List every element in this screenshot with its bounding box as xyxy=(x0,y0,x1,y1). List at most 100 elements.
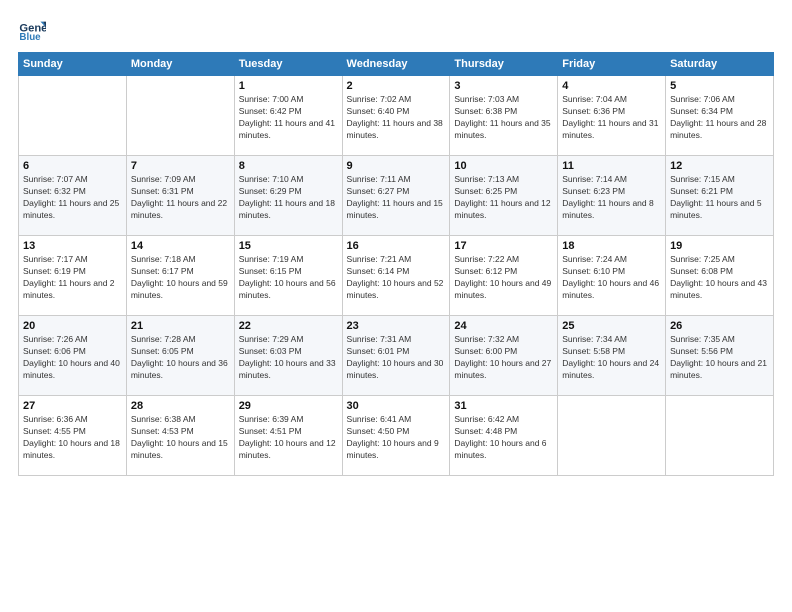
calendar-cell: 29 Sunrise: 6:39 AM Sunset: 4:51 PM Dayl… xyxy=(234,396,342,476)
day-header-wednesday: Wednesday xyxy=(342,53,450,76)
day-number: 23 xyxy=(347,320,446,332)
day-number: 29 xyxy=(239,400,338,412)
day-info: Sunrise: 7:31 AM Sunset: 6:01 PM Dayligh… xyxy=(347,334,446,382)
calendar-cell: 16 Sunrise: 7:21 AM Sunset: 6:14 PM Dayl… xyxy=(342,236,450,316)
day-info: Sunrise: 6:42 AM Sunset: 4:48 PM Dayligh… xyxy=(454,414,553,462)
calendar-cell: 11 Sunrise: 7:14 AM Sunset: 6:23 PM Dayl… xyxy=(558,156,666,236)
day-info: Sunrise: 7:00 AM Sunset: 6:42 PM Dayligh… xyxy=(239,94,338,142)
day-number: 3 xyxy=(454,80,553,92)
day-number: 4 xyxy=(562,80,661,92)
calendar-cell xyxy=(126,76,234,156)
day-info: Sunrise: 7:10 AM Sunset: 6:29 PM Dayligh… xyxy=(239,174,338,222)
day-number: 2 xyxy=(347,80,446,92)
day-info: Sunrise: 7:29 AM Sunset: 6:03 PM Dayligh… xyxy=(239,334,338,382)
day-number: 22 xyxy=(239,320,338,332)
calendar-cell: 9 Sunrise: 7:11 AM Sunset: 6:27 PM Dayli… xyxy=(342,156,450,236)
day-header-sunday: Sunday xyxy=(19,53,127,76)
calendar-cell: 8 Sunrise: 7:10 AM Sunset: 6:29 PM Dayli… xyxy=(234,156,342,236)
calendar-cell: 7 Sunrise: 7:09 AM Sunset: 6:31 PM Dayli… xyxy=(126,156,234,236)
calendar-cell: 3 Sunrise: 7:03 AM Sunset: 6:38 PM Dayli… xyxy=(450,76,558,156)
calendar-cell xyxy=(19,76,127,156)
svg-text:Blue: Blue xyxy=(19,32,41,43)
day-number: 19 xyxy=(670,240,769,252)
day-number: 25 xyxy=(562,320,661,332)
calendar-week-2: 6 Sunrise: 7:07 AM Sunset: 6:32 PM Dayli… xyxy=(19,156,774,236)
calendar-cell: 15 Sunrise: 7:19 AM Sunset: 6:15 PM Dayl… xyxy=(234,236,342,316)
day-number: 21 xyxy=(131,320,230,332)
calendar-cell: 17 Sunrise: 7:22 AM Sunset: 6:12 PM Dayl… xyxy=(450,236,558,316)
day-info: Sunrise: 7:35 AM Sunset: 5:56 PM Dayligh… xyxy=(670,334,769,382)
calendar-header-row: SundayMondayTuesdayWednesdayThursdayFrid… xyxy=(19,53,774,76)
day-info: Sunrise: 6:38 AM Sunset: 4:53 PM Dayligh… xyxy=(131,414,230,462)
calendar-cell: 4 Sunrise: 7:04 AM Sunset: 6:36 PM Dayli… xyxy=(558,76,666,156)
logo-icon: General Blue xyxy=(18,16,46,44)
calendar-cell: 19 Sunrise: 7:25 AM Sunset: 6:08 PM Dayl… xyxy=(666,236,774,316)
day-number: 30 xyxy=(347,400,446,412)
calendar-cell: 28 Sunrise: 6:38 AM Sunset: 4:53 PM Dayl… xyxy=(126,396,234,476)
day-number: 17 xyxy=(454,240,553,252)
day-header-tuesday: Tuesday xyxy=(234,53,342,76)
day-number: 11 xyxy=(562,160,661,172)
day-info: Sunrise: 7:02 AM Sunset: 6:40 PM Dayligh… xyxy=(347,94,446,142)
calendar-cell: 21 Sunrise: 7:28 AM Sunset: 6:05 PM Dayl… xyxy=(126,316,234,396)
day-number: 18 xyxy=(562,240,661,252)
day-number: 26 xyxy=(670,320,769,332)
calendar-cell xyxy=(558,396,666,476)
day-info: Sunrise: 7:17 AM Sunset: 6:19 PM Dayligh… xyxy=(23,254,122,302)
day-number: 6 xyxy=(23,160,122,172)
calendar-cell: 5 Sunrise: 7:06 AM Sunset: 6:34 PM Dayli… xyxy=(666,76,774,156)
day-info: Sunrise: 7:26 AM Sunset: 6:06 PM Dayligh… xyxy=(23,334,122,382)
day-number: 1 xyxy=(239,80,338,92)
header: General Blue xyxy=(18,16,774,44)
day-info: Sunrise: 7:04 AM Sunset: 6:36 PM Dayligh… xyxy=(562,94,661,142)
day-number: 15 xyxy=(239,240,338,252)
day-number: 9 xyxy=(347,160,446,172)
day-info: Sunrise: 7:28 AM Sunset: 6:05 PM Dayligh… xyxy=(131,334,230,382)
day-info: Sunrise: 7:09 AM Sunset: 6:31 PM Dayligh… xyxy=(131,174,230,222)
day-number: 8 xyxy=(239,160,338,172)
day-info: Sunrise: 6:36 AM Sunset: 4:55 PM Dayligh… xyxy=(23,414,122,462)
calendar-cell: 26 Sunrise: 7:35 AM Sunset: 5:56 PM Dayl… xyxy=(666,316,774,396)
day-header-thursday: Thursday xyxy=(450,53,558,76)
day-number: 7 xyxy=(131,160,230,172)
calendar-cell: 22 Sunrise: 7:29 AM Sunset: 6:03 PM Dayl… xyxy=(234,316,342,396)
calendar-cell: 12 Sunrise: 7:15 AM Sunset: 6:21 PM Dayl… xyxy=(666,156,774,236)
day-number: 13 xyxy=(23,240,122,252)
day-header-saturday: Saturday xyxy=(666,53,774,76)
day-number: 24 xyxy=(454,320,553,332)
calendar-cell: 24 Sunrise: 7:32 AM Sunset: 6:00 PM Dayl… xyxy=(450,316,558,396)
calendar-cell: 20 Sunrise: 7:26 AM Sunset: 6:06 PM Dayl… xyxy=(19,316,127,396)
day-info: Sunrise: 7:11 AM Sunset: 6:27 PM Dayligh… xyxy=(347,174,446,222)
calendar-cell: 23 Sunrise: 7:31 AM Sunset: 6:01 PM Dayl… xyxy=(342,316,450,396)
day-info: Sunrise: 7:19 AM Sunset: 6:15 PM Dayligh… xyxy=(239,254,338,302)
calendar-cell: 18 Sunrise: 7:24 AM Sunset: 6:10 PM Dayl… xyxy=(558,236,666,316)
day-info: Sunrise: 7:14 AM Sunset: 6:23 PM Dayligh… xyxy=(562,174,661,222)
day-info: Sunrise: 7:25 AM Sunset: 6:08 PM Dayligh… xyxy=(670,254,769,302)
day-number: 31 xyxy=(454,400,553,412)
calendar-cell: 10 Sunrise: 7:13 AM Sunset: 6:25 PM Dayl… xyxy=(450,156,558,236)
day-number: 16 xyxy=(347,240,446,252)
calendar-table: SundayMondayTuesdayWednesdayThursdayFrid… xyxy=(18,52,774,476)
calendar-cell: 31 Sunrise: 6:42 AM Sunset: 4:48 PM Dayl… xyxy=(450,396,558,476)
day-info: Sunrise: 7:18 AM Sunset: 6:17 PM Dayligh… xyxy=(131,254,230,302)
calendar-week-4: 20 Sunrise: 7:26 AM Sunset: 6:06 PM Dayl… xyxy=(19,316,774,396)
calendar-cell: 2 Sunrise: 7:02 AM Sunset: 6:40 PM Dayli… xyxy=(342,76,450,156)
day-info: Sunrise: 7:32 AM Sunset: 6:00 PM Dayligh… xyxy=(454,334,553,382)
logo: General Blue xyxy=(18,16,50,44)
day-header-friday: Friday xyxy=(558,53,666,76)
day-info: Sunrise: 7:03 AM Sunset: 6:38 PM Dayligh… xyxy=(454,94,553,142)
day-info: Sunrise: 6:39 AM Sunset: 4:51 PM Dayligh… xyxy=(239,414,338,462)
day-info: Sunrise: 7:34 AM Sunset: 5:58 PM Dayligh… xyxy=(562,334,661,382)
day-number: 20 xyxy=(23,320,122,332)
day-info: Sunrise: 6:41 AM Sunset: 4:50 PM Dayligh… xyxy=(347,414,446,462)
calendar-cell: 1 Sunrise: 7:00 AM Sunset: 6:42 PM Dayli… xyxy=(234,76,342,156)
day-info: Sunrise: 7:15 AM Sunset: 6:21 PM Dayligh… xyxy=(670,174,769,222)
day-info: Sunrise: 7:21 AM Sunset: 6:14 PM Dayligh… xyxy=(347,254,446,302)
calendar-week-5: 27 Sunrise: 6:36 AM Sunset: 4:55 PM Dayl… xyxy=(19,396,774,476)
day-info: Sunrise: 7:22 AM Sunset: 6:12 PM Dayligh… xyxy=(454,254,553,302)
calendar-cell: 13 Sunrise: 7:17 AM Sunset: 6:19 PM Dayl… xyxy=(19,236,127,316)
day-number: 28 xyxy=(131,400,230,412)
day-number: 12 xyxy=(670,160,769,172)
day-info: Sunrise: 7:06 AM Sunset: 6:34 PM Dayligh… xyxy=(670,94,769,142)
calendar-cell: 27 Sunrise: 6:36 AM Sunset: 4:55 PM Dayl… xyxy=(19,396,127,476)
